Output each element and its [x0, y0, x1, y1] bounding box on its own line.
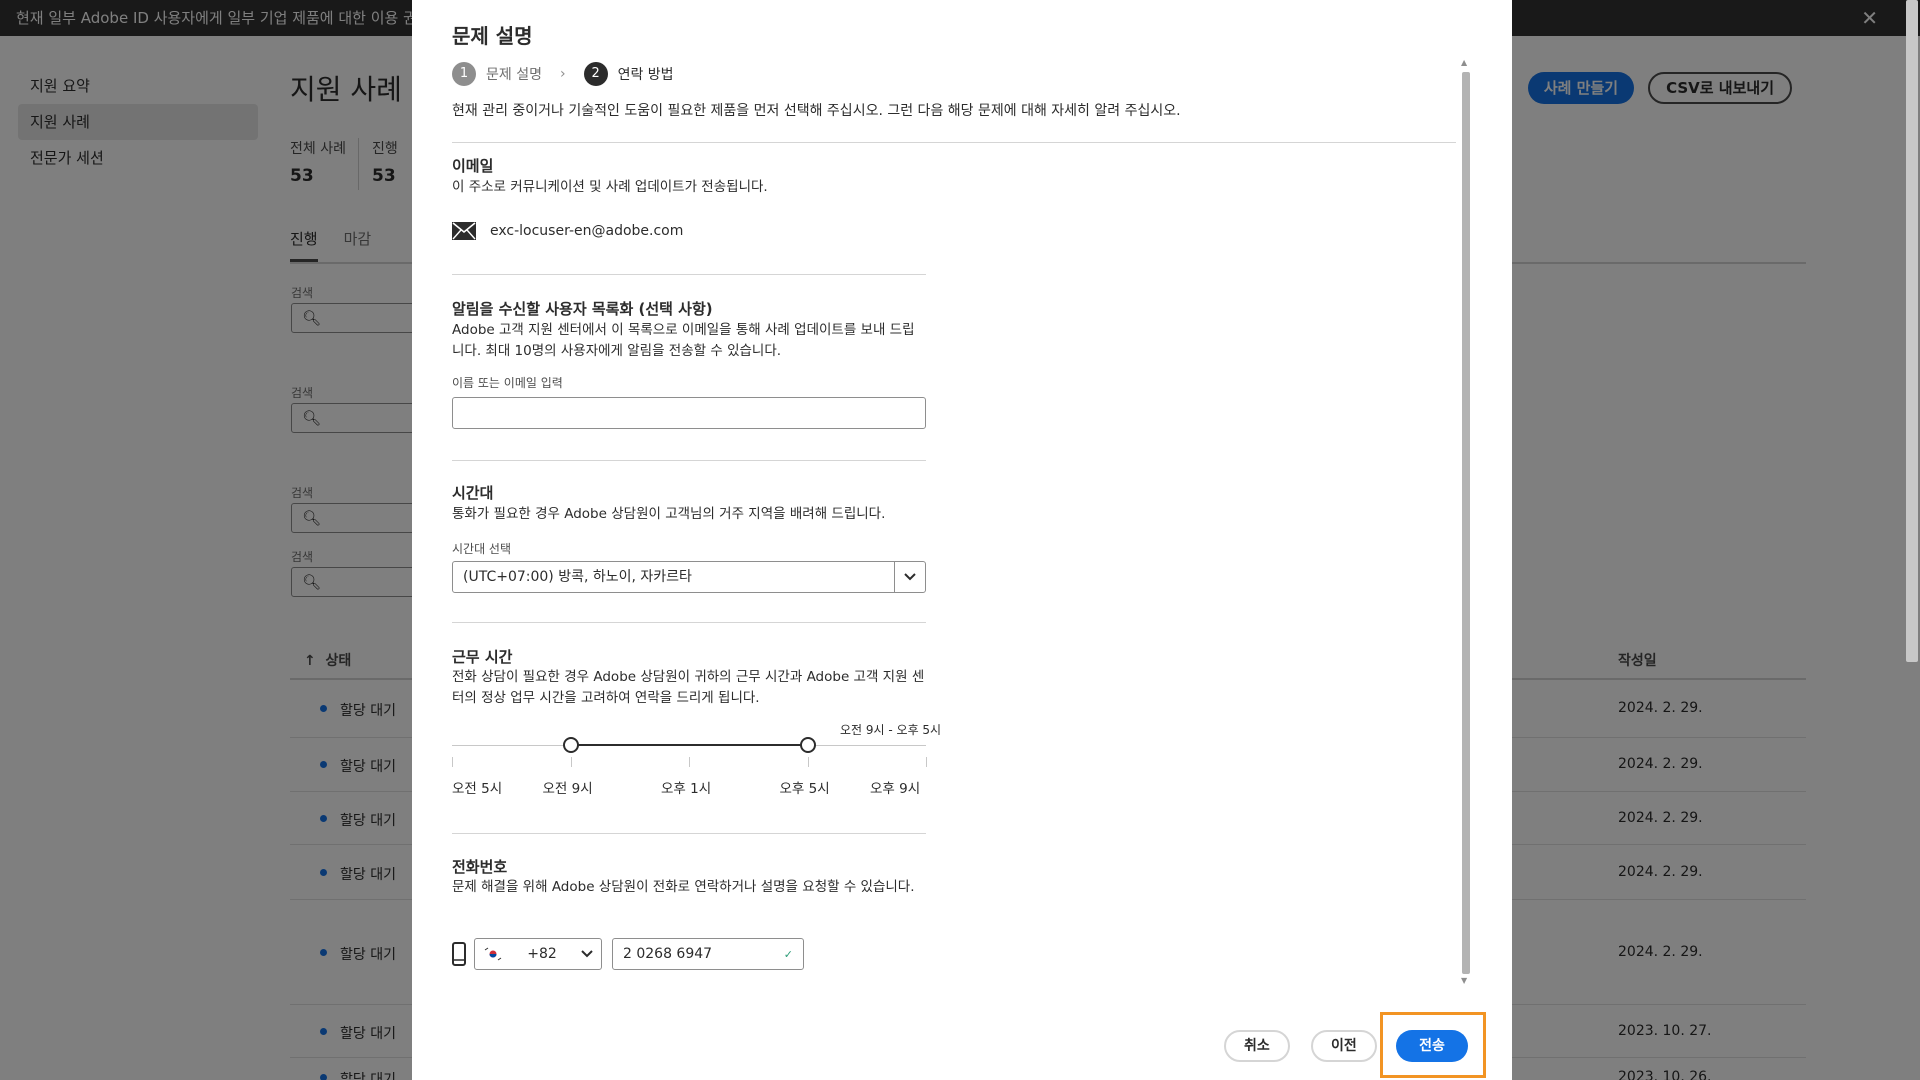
step-2-label: 연락 방법 [617, 67, 674, 83]
dialog-scrollbar[interactable]: ▲ ▼ [1459, 58, 1473, 988]
step-1-label: 문제 설명 [486, 67, 542, 83]
phone-number-value: 2 0268 6947 [623, 946, 713, 962]
country-code-select[interactable]: +82 [474, 938, 602, 970]
checkmark-icon: ✓ [783, 947, 793, 961]
phone-section-title: 전화번호 [452, 858, 508, 876]
section-divider [452, 274, 926, 275]
slider-end-handle[interactable] [799, 737, 816, 753]
working-hours-slider[interactable]: 오전 5시 오전 9시 오후 1시 오후 5시 오후 9시 [452, 731, 927, 821]
stepper: 1 문제 설명 › 2 연락 방법 [452, 62, 692, 86]
slider-tick [689, 757, 690, 767]
slider-tick [926, 757, 927, 767]
notify-section-desc: Adobe 고객 지원 센터에서 이 목록으로 이메일을 통해 사례 업데이트를… [452, 322, 915, 359]
timezone-value: (UTC+07:00) 방콕, 하노이, 자카르타 [463, 569, 692, 585]
phone-number-input[interactable]: 2 0268 6947 ✓ [612, 938, 804, 970]
chevron-right-icon: › [559, 66, 566, 82]
country-code-value: +82 [527, 946, 557, 962]
chevron-down-icon [581, 950, 593, 958]
chevron-down-icon[interactable] [894, 562, 925, 592]
page-scrollbar[interactable] [1906, 0, 1918, 662]
section-divider [452, 460, 926, 461]
slider-tick-label: 오후 5시 [779, 781, 830, 797]
slider-tick [452, 757, 453, 767]
slider-tick-label: 오후 1시 [661, 781, 712, 797]
timezone-section-desc: 통화가 필요한 경우 Adobe 상담원이 고객님의 거주 지역을 배려해 드립… [452, 506, 886, 522]
slider-start-handle[interactable] [562, 737, 579, 753]
notify-section-title: 알림을 수신할 사용자 목록화 (선택 사항) [452, 300, 713, 318]
cancel-button[interactable]: 취소 [1224, 1030, 1290, 1062]
submit-button[interactable]: 전송 [1396, 1030, 1468, 1062]
slider-tick-label: 오전 9시 [542, 781, 593, 797]
dialog-scroll-area: 1 문제 설명 › 2 연락 방법 현재 관리 중이거나 기술적인 도움이 필요… [412, 58, 1487, 988]
step-2-indicator: 2 [583, 62, 608, 86]
scroll-down-arrow-icon[interactable]: ▼ [1461, 976, 1467, 985]
email-section-desc: 이 주소로 커뮤니케이션 및 사례 업데이트가 전송됩니다. [452, 179, 768, 195]
email-display: exc-locuser-en@adobe.com [452, 222, 683, 240]
slider-tick [807, 757, 809, 767]
email-section-title: 이메일 [452, 157, 494, 175]
korea-flag-icon [483, 947, 503, 961]
phone-section-desc: 문제 해결을 위해 Adobe 상담원이 전화로 연락하거나 설명을 요청할 수… [452, 879, 915, 895]
timezone-section-title: 시간대 [452, 484, 494, 502]
phone-input-row: +82 2 0268 6947 ✓ [452, 938, 804, 970]
mobile-phone-icon [452, 942, 466, 966]
slider-tick-label: 오후 9시 [870, 781, 921, 797]
contact-method-dialog: 문제 설명 1 문제 설명 › 2 연락 방법 현재 관리 중이거나 기술적인 … [412, 0, 1512, 1080]
notify-field-label: 이름 또는 이메일 입력 [452, 376, 563, 390]
dialog-footer: 취소 이전 전송 [412, 1000, 1512, 1080]
section-divider [452, 833, 926, 834]
step-1-indicator: 1 [452, 62, 476, 86]
section-divider [452, 622, 926, 623]
envelope-icon [452, 222, 476, 240]
slider-tick [570, 757, 572, 767]
hours-section-title: 근무 시간 [452, 648, 513, 666]
scroll-up-arrow-icon[interactable]: ▲ [1461, 58, 1467, 67]
scrollbar-thumb[interactable] [1462, 72, 1470, 974]
slider-tick-label: 오전 5시 [452, 781, 503, 797]
slider-selected-range [570, 744, 808, 746]
instruction-text: 현재 관리 중이거나 기술적인 도움이 필요한 제품을 먼저 선택해 주십시오.… [452, 103, 1181, 119]
notify-users-input[interactable] [452, 397, 926, 429]
email-address: exc-locuser-en@adobe.com [490, 223, 684, 239]
timezone-field-label: 시간대 선택 [452, 542, 512, 556]
timezone-select[interactable]: (UTC+07:00) 방콕, 하노이, 자카르타 [452, 561, 926, 593]
dialog-title: 문제 설명 [452, 24, 533, 48]
hours-section-desc: 전화 상담이 필요한 경우 Adobe 상담원이 귀하의 근무 시간과 Adob… [452, 669, 925, 706]
section-divider [452, 142, 1456, 143]
previous-button[interactable]: 이전 [1311, 1030, 1377, 1062]
